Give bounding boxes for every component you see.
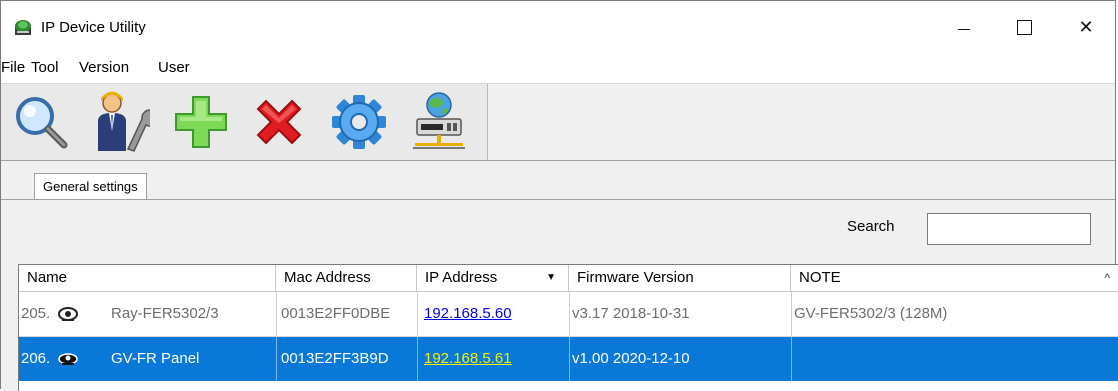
table-row[interactable]: 205. Ray-FER5302/3 0013E2FF0DBE 192.168.…	[19, 292, 1118, 337]
app-icon	[15, 20, 31, 35]
sort-descending-icon: ▼	[546, 272, 556, 283]
device-name: Ray-FER5302/3	[111, 305, 219, 322]
app-window: IP Device Utility ✕ File Tool Version Us…	[0, 0, 1118, 391]
maximize-icon	[1016, 19, 1032, 35]
search-device-button[interactable]	[11, 90, 71, 154]
minimize-button[interactable]	[941, 1, 987, 53]
configure-icon	[98, 91, 150, 152]
title-bar: IP Device Utility ✕	[1, 1, 1115, 53]
toolbar-button-group	[1, 84, 488, 160]
column-header-firmware-version[interactable]: Firmware Version	[569, 265, 791, 291]
device-name: GV-FR Panel	[111, 350, 200, 367]
ip-address-link[interactable]: 192.168.5.61	[424, 337, 512, 381]
network-device-button[interactable]	[409, 90, 469, 154]
toolbar	[1, 83, 1115, 161]
delete-icon	[256, 99, 302, 145]
mac-address: 0013E2FF3B9D	[281, 350, 389, 367]
device-table: Name Mac Address IP Address ▼ Firmware V…	[18, 264, 1118, 391]
close-button[interactable]: ✕	[1063, 1, 1109, 53]
firmware-version: v1.00 2020-12-10	[572, 350, 690, 367]
delete-device-button[interactable]	[249, 90, 309, 154]
note: GV-FER5302/3 (128M)	[794, 305, 948, 322]
menu-file[interactable]: File	[1, 57, 33, 79]
menu-tool[interactable]: Tool	[31, 57, 67, 79]
search-input[interactable]	[927, 213, 1091, 245]
column-header-ip-address[interactable]: IP Address ▼	[417, 265, 569, 291]
maximize-button[interactable]	[1001, 1, 1047, 53]
menu-version[interactable]: Version	[79, 57, 137, 79]
tab-general-settings[interactable]: General settings	[34, 173, 147, 200]
row-index: 206.	[21, 350, 51, 367]
scroll-up-icon[interactable]: ^	[1104, 265, 1110, 291]
column-header-name[interactable]: Name	[19, 265, 276, 291]
search-icon	[16, 97, 68, 149]
close-icon: ✕	[1078, 16, 1094, 38]
add-icon	[175, 96, 227, 148]
network-device-icon	[413, 92, 465, 149]
search-label: Search	[847, 218, 895, 235]
window-title: IP Device Utility	[41, 19, 146, 36]
configure-device-button[interactable]	[91, 90, 151, 154]
row-index: 205.	[21, 305, 51, 322]
ip-address-link[interactable]: 192.168.5.60	[424, 292, 512, 336]
firmware-version: v3.17 2018-10-31	[572, 305, 690, 322]
minimize-icon	[958, 28, 970, 30]
settings-button[interactable]	[329, 90, 389, 154]
camera-icon	[58, 353, 78, 365]
table-header: Name Mac Address IP Address ▼ Firmware V…	[19, 265, 1118, 292]
column-header-ip-address-label: IP Address	[425, 269, 498, 286]
table-row-selected[interactable]: 206. GV-FR Panel 0013E2FF3B9D 192.168.5.…	[19, 337, 1118, 381]
camera-icon	[58, 307, 78, 321]
settings-gear-icon	[332, 95, 386, 149]
column-header-note[interactable]: NOTE	[791, 265, 1118, 291]
mac-address: 0013E2FF0DBE	[281, 305, 391, 322]
add-device-button[interactable]	[171, 90, 231, 154]
column-header-mac-address[interactable]: Mac Address	[276, 265, 417, 291]
